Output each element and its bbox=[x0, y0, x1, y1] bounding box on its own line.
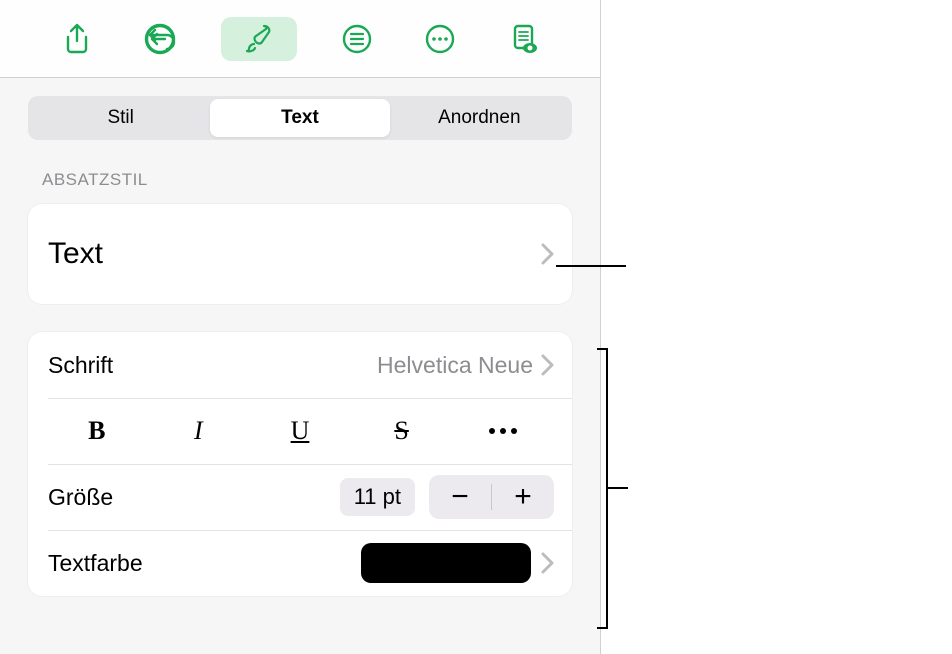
format-tabs: Stil Text Anordnen bbox=[28, 96, 572, 140]
tab-text[interactable]: Text bbox=[210, 99, 389, 137]
text-color-label: Textfarbe bbox=[48, 550, 361, 577]
size-decrease-button[interactable]: − bbox=[429, 475, 491, 519]
font-value: Helvetica Neue bbox=[377, 352, 533, 379]
format-buttons-row: B I U S bbox=[28, 398, 572, 464]
share-icon bbox=[60, 22, 94, 56]
callout-line bbox=[556, 265, 626, 267]
callout-bracket-bottom bbox=[597, 627, 607, 629]
paragraph-style-heading: Absatzstil bbox=[0, 140, 600, 196]
format-brush-icon bbox=[242, 22, 276, 56]
size-row: Größe 11 pt − + bbox=[28, 464, 572, 530]
chevron-right-icon bbox=[541, 243, 554, 265]
underline-button[interactable]: U bbox=[249, 409, 351, 453]
font-row[interactable]: Schrift Helvetica Neue bbox=[28, 332, 572, 398]
tab-stil[interactable]: Stil bbox=[31, 99, 210, 137]
chevron-right-icon bbox=[541, 552, 554, 574]
ellipsis-icon bbox=[489, 428, 517, 434]
list-icon bbox=[340, 22, 374, 56]
font-label: Schrift bbox=[48, 352, 377, 379]
callout-line bbox=[606, 487, 628, 489]
format-brush-button[interactable] bbox=[221, 17, 297, 61]
bold-button[interactable]: B bbox=[46, 409, 148, 453]
list-button[interactable] bbox=[335, 17, 379, 61]
undo-icon-arrow bbox=[143, 22, 177, 56]
undo-button[interactable] bbox=[138, 17, 182, 61]
more-button[interactable] bbox=[418, 17, 462, 61]
paragraph-style-value: Text bbox=[48, 237, 541, 271]
annotation-area bbox=[601, 0, 952, 654]
document-view-icon bbox=[506, 22, 540, 56]
format-panel: Stil Text Anordnen Absatzstil Text Schri… bbox=[0, 0, 601, 654]
italic-button[interactable]: I bbox=[148, 409, 250, 453]
strikethrough-button[interactable]: S bbox=[351, 409, 453, 453]
size-stepper: − + bbox=[429, 475, 554, 519]
size-increase-button[interactable]: + bbox=[492, 475, 554, 519]
share-button[interactable] bbox=[55, 17, 99, 61]
paragraph-style-row[interactable]: Text bbox=[28, 204, 572, 304]
more-format-button[interactable] bbox=[452, 409, 554, 453]
top-toolbar bbox=[0, 0, 600, 78]
callout-bracket-top bbox=[597, 348, 607, 350]
size-value[interactable]: 11 pt bbox=[340, 478, 415, 516]
tab-anordnen[interactable]: Anordnen bbox=[390, 99, 569, 137]
tabs-container: Stil Text Anordnen bbox=[0, 78, 600, 140]
chevron-right-icon bbox=[541, 354, 554, 376]
text-color-row[interactable]: Textfarbe bbox=[28, 530, 572, 596]
font-settings-card: Schrift Helvetica Neue B I U S Größe 11 … bbox=[28, 332, 572, 596]
more-circle-icon bbox=[423, 22, 457, 56]
text-color-swatch[interactable] bbox=[361, 543, 531, 583]
document-view-button[interactable] bbox=[501, 17, 545, 61]
size-label: Größe bbox=[48, 484, 340, 511]
